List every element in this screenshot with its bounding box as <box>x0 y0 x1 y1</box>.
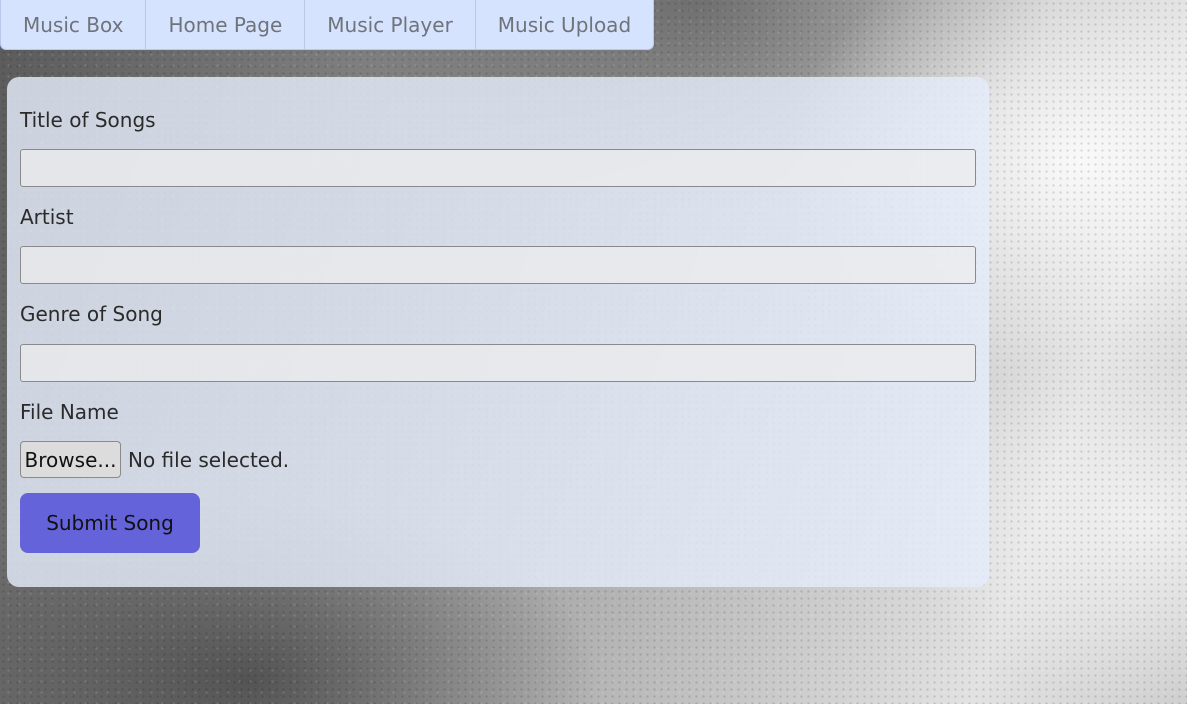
nav-item-home-page[interactable]: Home Page <box>146 0 306 49</box>
nav-item-music-player[interactable]: Music Player <box>305 0 476 49</box>
title-label: Title of Songs <box>20 108 156 132</box>
top-navbar: Music Box Home Page Music Player Music U… <box>0 0 655 50</box>
genre-label: Genre of Song <box>20 302 163 326</box>
upload-form: Title of Songs Artist Genre of Song File… <box>7 77 989 587</box>
title-input[interactable] <box>20 149 976 187</box>
file-status-text: No file selected. <box>128 447 290 472</box>
artist-label: Artist <box>20 205 74 229</box>
nav-item-music-upload[interactable]: Music Upload <box>476 0 653 49</box>
browse-button[interactable]: Browse... <box>20 441 121 478</box>
file-input: Browse... No file selected. <box>20 441 289 478</box>
nav-item-music-box[interactable]: Music Box <box>1 0 147 49</box>
artist-input[interactable] <box>20 246 976 284</box>
submit-song-button[interactable]: Submit Song <box>20 493 200 553</box>
file-name-label: File Name <box>20 400 119 424</box>
genre-input[interactable] <box>20 344 976 382</box>
